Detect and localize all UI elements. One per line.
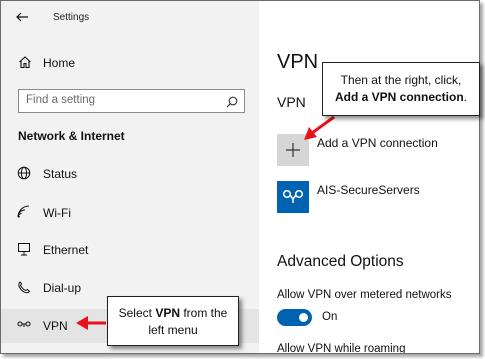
home-icon: [18, 55, 32, 69]
vpn-page: VPN VPN Add a VPN connection AIS-SecureS…: [259, 1, 479, 354]
callout-add-vpn: Then at the right, click, Add a VPN conn…: [322, 62, 480, 116]
sidebar-item-label: Ethernet: [43, 243, 89, 257]
callout-line: Then at the right, click,: [340, 73, 462, 87]
sidebar-item-wifi[interactable]: Wi-Fi: [1, 196, 259, 230]
add-vpn-button[interactable]: [277, 134, 309, 166]
search-icon[interactable]: [226, 95, 238, 108]
section-title: Network & Internet: [18, 129, 125, 143]
settings-window: Settings Home Find a setting Network & I…: [0, 0, 480, 354]
callout-line: Select VPN from the: [108, 305, 238, 322]
sidebar-item-label: VPN: [43, 319, 68, 333]
add-vpn-label[interactable]: Add a VPN connection: [317, 136, 438, 150]
callout-text: .: [463, 90, 468, 104]
vpn-connection-tile[interactable]: [277, 181, 309, 213]
wifi-icon: [17, 205, 31, 219]
search-placeholder: Find a setting: [26, 94, 96, 106]
sidebar-item-label: Wi-Fi: [43, 206, 71, 220]
globe-icon: [17, 166, 31, 180]
metered-networks-toggle[interactable]: [277, 309, 312, 326]
back-arrow-icon[interactable]: [15, 10, 31, 26]
callout-emphasis: VPN: [155, 306, 180, 320]
roaming-label: Allow VPN while roaming: [277, 343, 406, 354]
sidebar-item-ethernet[interactable]: Ethernet: [1, 233, 259, 267]
title-bar: Settings: [1, 1, 259, 37]
sidebar-item-label: Dial-up: [43, 281, 82, 295]
section-heading-vpn: VPN: [277, 94, 306, 110]
search-input[interactable]: Find a setting: [18, 89, 245, 113]
page-title: VPN: [277, 51, 319, 73]
vpn-connection-name[interactable]: AIS-SecureServers: [317, 183, 420, 197]
vpn-connection-icon: [282, 189, 304, 204]
sidebar-item-label: Status: [43, 167, 78, 181]
callout-line: left menu: [148, 323, 198, 337]
toggle-knob: [299, 313, 308, 322]
callout-line: Add a VPN connection.: [323, 89, 479, 106]
plus-icon: [285, 142, 301, 158]
callout-emphasis: Add a VPN connection: [334, 90, 464, 104]
dialup-icon: [17, 280, 31, 294]
callout-text: Select: [118, 306, 156, 320]
metered-networks-label: Allow VPN over metered networks: [277, 289, 452, 301]
callout-select-vpn: Select VPN from the left menu: [107, 296, 239, 346]
callout-text: from the: [180, 306, 228, 320]
ethernet-icon: [17, 242, 31, 256]
vpn-icon: [17, 318, 31, 332]
app-title: Settings: [53, 12, 90, 23]
sidebar-item-home[interactable]: Home: [1, 51, 259, 77]
sidebar-item-status[interactable]: Status: [1, 157, 259, 191]
sidebar-item-label: Home: [43, 56, 76, 70]
toggle-state-label: On: [322, 311, 338, 323]
advanced-options-heading: Advanced Options: [277, 253, 404, 270]
